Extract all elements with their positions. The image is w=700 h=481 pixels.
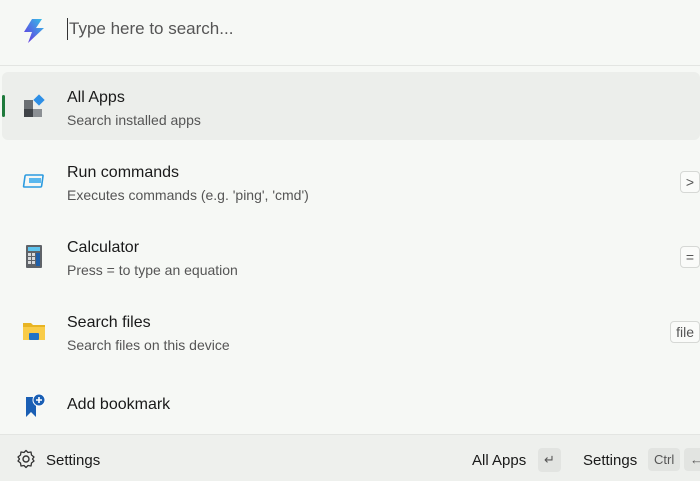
item-title: Run commands: [67, 164, 180, 181]
settings-label: Settings: [46, 452, 101, 469]
more-actions-button[interactable]: Settings: [583, 452, 637, 469]
shortcut-key: >: [679, 171, 700, 193]
shortcut-key: file: [670, 321, 700, 343]
folder-icon: [23, 323, 45, 340]
terminal-icon: [22, 174, 44, 188]
list-item-search-files[interactable]: Search files Search files on this device…: [2, 297, 700, 365]
search-input[interactable]: [67, 18, 671, 40]
item-subtitle: Search files on this device: [67, 337, 230, 353]
item-title: All Apps: [67, 89, 125, 106]
list-item-add-bookmark[interactable]: Add bookmark: [2, 372, 700, 440]
calculator-icon: [26, 245, 42, 268]
item-subtitle: Press = to type an equation: [67, 262, 238, 278]
selection-indicator: [2, 95, 5, 117]
command-palette-logo-icon: [24, 19, 44, 43]
item-title: Calculator: [67, 239, 140, 256]
primary-action-button[interactable]: All Apps: [472, 452, 526, 469]
search-bar: [0, 0, 700, 66]
item-subtitle: Search installed apps: [67, 112, 201, 128]
enter-key-hint-2: ←: [684, 448, 700, 471]
shortcut-key: =: [679, 246, 700, 268]
enter-key-hint: ↵: [538, 448, 561, 472]
ctrl-key-hint: Ctrl: [648, 448, 681, 471]
list-item-all-apps[interactable]: All Apps Search installed apps: [2, 72, 700, 140]
item-subtitle: Executes commands (e.g. 'ping', 'cmd'): [67, 187, 309, 203]
footer-bar: Settings All Apps ↵ Settings Ctrl ←: [0, 434, 700, 481]
bookmark-add-icon: [26, 394, 46, 417]
list-item-calculator[interactable]: Calculator Press = to type an equation =: [2, 222, 700, 290]
gear-icon: [17, 449, 35, 469]
all-apps-icon: [24, 94, 45, 117]
item-title: Add bookmark: [67, 396, 171, 413]
list-item-run-commands[interactable]: Run commands Executes commands (e.g. 'pi…: [2, 147, 700, 215]
item-title: Search files: [67, 314, 151, 331]
